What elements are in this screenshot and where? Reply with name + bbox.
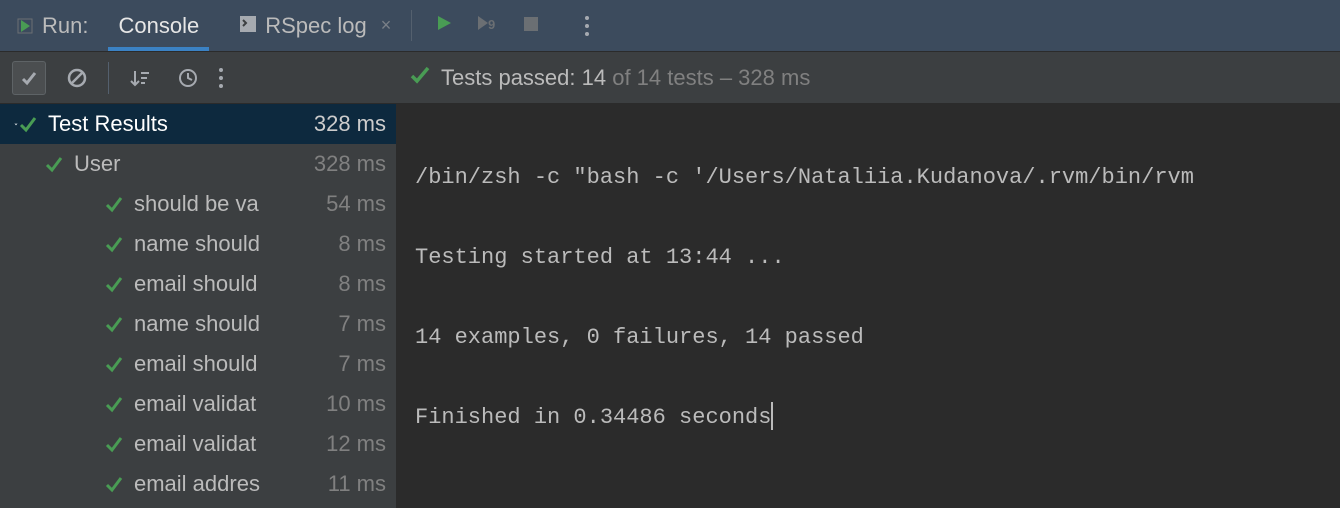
tree-test-time: 8 ms xyxy=(338,271,386,297)
tree-test-label: email validat xyxy=(134,391,326,417)
check-icon xyxy=(409,64,431,92)
secondary-toolbar: Tests passed: 14 of 14 tests – 328 ms xyxy=(0,52,1340,104)
tree-root-time: 328 ms xyxy=(314,111,386,137)
tree-test-label: email should xyxy=(134,271,338,297)
tab-console[interactable]: Console xyxy=(98,0,219,51)
test-summary: Tests passed: 14 of 14 tests – 328 ms xyxy=(397,64,810,92)
tree-test-row[interactable]: email should8 ms xyxy=(0,264,396,304)
tree-group-row[interactable]: User 328 ms xyxy=(0,144,396,184)
top-tabs: Run: Console RSpec log × 9 xyxy=(0,0,1340,52)
svg-text:9: 9 xyxy=(488,17,495,32)
check-icon xyxy=(104,314,124,334)
body-area: Test Results 328 ms User 328 ms should b… xyxy=(0,104,1340,508)
run-controls: 9 xyxy=(412,0,611,51)
text-caret xyxy=(771,402,773,430)
tree-test-time: 54 ms xyxy=(326,191,386,217)
tree-test-label: name should xyxy=(134,311,338,337)
chevron-down-icon[interactable] xyxy=(0,157,44,171)
tree-test-label: email addres xyxy=(134,471,328,497)
run-config-label: Run: xyxy=(0,0,98,51)
console-line: 14 examples, 0 failures, 14 passed xyxy=(415,318,1322,358)
check-icon xyxy=(104,394,124,414)
tree-test-row[interactable]: email validat12 ms xyxy=(0,424,396,464)
tree-test-row[interactable]: name should7 ms xyxy=(0,304,396,344)
more-test-options-icon[interactable] xyxy=(219,68,223,88)
tree-root-label: Test Results xyxy=(48,111,314,137)
check-icon xyxy=(104,274,124,294)
tree-test-row[interactable]: email addres11 ms xyxy=(0,464,396,504)
tree-root-row[interactable]: Test Results 328 ms xyxy=(0,104,396,144)
tree-test-row[interactable]: name should8 ms xyxy=(0,224,396,264)
tab-rspec-log[interactable]: RSpec log × xyxy=(219,0,411,51)
tree-test-label: name should xyxy=(134,231,338,257)
chevron-down-icon[interactable] xyxy=(0,117,18,131)
tree-test-time: 7 ms xyxy=(338,351,386,377)
run-window-icon xyxy=(16,16,36,36)
tree-group-time: 328 ms xyxy=(314,151,386,177)
more-actions-icon[interactable] xyxy=(585,16,589,36)
check-icon xyxy=(104,434,124,454)
summary-prefix: Tests passed: 14 xyxy=(441,65,606,90)
console-line: Testing started at 13:44 ... xyxy=(415,238,1322,278)
tree-test-row[interactable]: email should 7 ms xyxy=(0,344,396,384)
test-tree[interactable]: Test Results 328 ms User 328 ms should b… xyxy=(0,104,397,508)
close-icon[interactable]: × xyxy=(381,15,392,36)
tree-test-time: 7 ms xyxy=(338,311,386,337)
tree-test-time: 11 ms xyxy=(328,471,386,497)
tree-test-time: 10 ms xyxy=(326,391,386,417)
tree-test-time: 12 ms xyxy=(326,431,386,457)
check-icon xyxy=(104,474,124,494)
tab-console-label: Console xyxy=(118,13,199,39)
debug-rerun-icon[interactable]: 9 xyxy=(476,13,500,39)
tree-test-label: should be va xyxy=(134,191,326,217)
tree-test-row[interactable]: email validat10 ms xyxy=(0,384,396,424)
console-line: Finished in 0.34486 seconds xyxy=(415,405,771,430)
show-passed-toggle[interactable] xyxy=(12,61,46,95)
summary-suffix: of 14 tests – 328 ms xyxy=(606,65,810,90)
check-icon xyxy=(104,234,124,254)
sort-icon[interactable] xyxy=(123,61,157,95)
tree-test-label: email validat xyxy=(134,431,326,457)
check-icon xyxy=(104,194,124,214)
tab-rspec-log-label: RSpec log xyxy=(265,13,367,39)
console-line: /bin/zsh -c "bash -c '/Users/Nataliia.Ku… xyxy=(415,158,1322,198)
check-icon xyxy=(104,354,124,374)
tree-test-label: email should xyxy=(134,351,338,377)
console-output[interactable]: /bin/zsh -c "bash -c '/Users/Nataliia.Ku… xyxy=(397,104,1340,508)
tree-test-time: 8 ms xyxy=(338,231,386,257)
run-label-text: Run: xyxy=(42,13,88,39)
history-icon[interactable] xyxy=(171,61,205,95)
terminal-icon xyxy=(239,13,257,39)
check-icon xyxy=(18,114,38,134)
test-filter-tools xyxy=(0,52,397,104)
stop-icon[interactable] xyxy=(522,13,540,39)
rerun-icon[interactable] xyxy=(434,13,454,39)
show-ignored-toggle[interactable] xyxy=(60,61,94,95)
tree-test-row[interactable]: should be va54 ms xyxy=(0,184,396,224)
tree-group-label: User xyxy=(74,151,314,177)
check-icon xyxy=(44,154,64,174)
divider xyxy=(108,62,109,94)
